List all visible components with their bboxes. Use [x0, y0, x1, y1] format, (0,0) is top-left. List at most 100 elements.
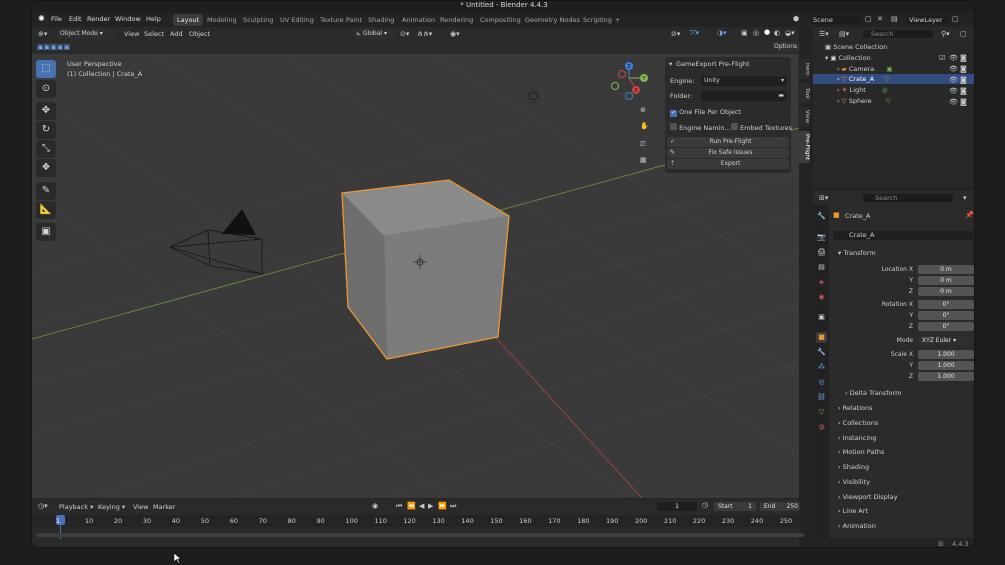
pan-hand-icon[interactable]: ✋ — [640, 122, 649, 130]
transform-orientation-dropdown[interactable]: ⊾ Global ▾ — [353, 29, 395, 39]
collection-tab-icon[interactable]: ▣ — [816, 312, 827, 323]
play-icon[interactable]: ▶ — [428, 502, 433, 510]
particles-tab-icon[interactable]: ⁂ — [816, 362, 827, 373]
rotation-x-field[interactable]: 0° — [918, 300, 974, 309]
zoom-icon[interactable]: ⊕ — [640, 106, 646, 114]
outliner-item-camera[interactable]: › ▰ Camera ▣ — [837, 65, 893, 73]
subpanel-delta-transform[interactable]: › Delta Transform — [845, 389, 901, 397]
embed-textures-checkbox[interactable]: Embed Textures — [731, 123, 792, 132]
delete-scene-icon[interactable]: ✕ — [877, 15, 883, 23]
scale-icon[interactable]: ⤡ — [36, 140, 56, 158]
pin-icon[interactable]: 📌 — [965, 211, 974, 219]
gizmo-icon[interactable]: ⤧▾ — [690, 29, 699, 38]
view-layer-selector[interactable]: ViewLayer — [907, 16, 949, 24]
scale-x-field[interactable]: 1.000 — [918, 350, 974, 359]
nav-gizmo[interactable]: Z Y X — [611, 62, 649, 100]
menu-window[interactable]: Window — [115, 15, 141, 23]
crate-eye-icon[interactable]: 👁 — [949, 76, 958, 84]
select-box-icon[interactable]: ⬚ — [36, 60, 56, 78]
proportional-edit-icon[interactable]: ◉▾ — [450, 30, 460, 38]
editor-type-icon[interactable]: ⊕▾ — [38, 30, 47, 38]
scene-collection-row[interactable]: ▣ Scene Collection — [825, 43, 887, 51]
scene-selector[interactable]: Scene — [811, 16, 861, 24]
menu-keying[interactable]: Keying ▾ — [98, 503, 125, 511]
collection-row[interactable]: ▾ ▣ Collection — [825, 54, 871, 62]
folder-field[interactable]: ▬ — [701, 91, 787, 101]
solid-shading-icon[interactable]: ● — [764, 28, 770, 36]
rendered-shading-icon[interactable]: ◒▾ — [785, 29, 795, 37]
end-frame-field[interactable]: End 250 — [760, 502, 800, 511]
tab-shading[interactable]: Shading — [364, 14, 398, 26]
tab-rendering[interactable]: Rendering — [436, 14, 477, 26]
collection-exclude-checkbox[interactable]: ☑ — [939, 54, 945, 62]
rotation-y-field[interactable]: 0° — [918, 311, 974, 320]
new-collection-icon[interactable]: ▢ — [960, 30, 967, 38]
modifier-tab-icon[interactable]: 🔧 — [816, 347, 827, 358]
transform-panel-header[interactable]: ▾ Transform — [838, 249, 876, 257]
start-frame-field[interactable]: Start 1 — [714, 502, 756, 511]
menu-playback[interactable]: Playback ▾ — [59, 503, 93, 511]
object-name-field[interactable]: Crate_A — [833, 231, 973, 240]
material-shading-icon[interactable]: ◐ — [774, 29, 780, 37]
tab-compositing[interactable]: Compositing — [476, 14, 525, 26]
material-tab-icon[interactable]: ◍ — [816, 422, 827, 433]
cursor-icon[interactable]: ⊙ — [36, 80, 56, 98]
sphere-render-icon[interactable]: ◙ — [960, 98, 967, 106]
tool-tab-icon[interactable]: 🔧 — [816, 211, 827, 222]
output-tab-icon[interactable]: 🖨 — [816, 247, 827, 258]
menu-file[interactable]: File — [51, 15, 62, 23]
play-reverse-icon[interactable]: ◀ — [419, 502, 424, 510]
tab-modeling[interactable]: Modeling — [203, 14, 241, 26]
measure-icon[interactable]: 📐 — [36, 201, 56, 219]
outliner-editor-icon[interactable]: ☰▾ — [819, 30, 829, 38]
wireframe-shading-icon[interactable]: ◎ — [753, 29, 759, 37]
camera-render-icon[interactable]: ◙ — [960, 65, 967, 73]
object-tab-icon[interactable]: ■ — [816, 332, 827, 343]
properties-options-icon[interactable]: ▾ — [963, 194, 967, 202]
tab-sculpting[interactable]: Sculpting — [239, 14, 277, 26]
light-eye-icon[interactable]: 👁 — [949, 87, 958, 95]
new-view-layer-icon[interactable]: ▢ — [952, 15, 959, 23]
side-tab-view[interactable]: View — [798, 107, 810, 127]
subpanel-motion-paths[interactable]: › Motion Paths — [838, 448, 884, 456]
rotation-z-field[interactable]: 0° — [918, 322, 974, 331]
tab-layout[interactable]: Layout — [173, 14, 204, 26]
rotate-icon[interactable]: ↻ — [36, 121, 56, 139]
xray-icon[interactable]: ▣ — [741, 29, 748, 37]
3d-viewport[interactable]: Z Y X User Perspective (1) Collection | … — [32, 54, 799, 498]
world-tab-icon[interactable]: ◉ — [816, 292, 827, 303]
render-tab-icon[interactable]: 📷 — [816, 232, 827, 243]
tab-animation[interactable]: Animation — [398, 14, 439, 26]
crate-cube[interactable] — [341, 179, 510, 360]
overlay-icon[interactable]: ◑▾ — [717, 29, 727, 37]
crate-render-icon[interactable]: ◙ — [960, 76, 967, 84]
panel-collapse-icon[interactable]: ▾ — [669, 60, 672, 68]
menu-render[interactable]: Render — [87, 15, 110, 23]
render-camera-icon[interactable]: ◙ — [960, 54, 967, 62]
light-object[interactable] — [525, 88, 541, 104]
add-workspace-button[interactable]: + — [611, 14, 624, 26]
visibility-icon[interactable]: ⊘▾ — [671, 30, 680, 38]
next-keyframe-icon[interactable]: ⏩ — [438, 502, 447, 510]
menu-edit[interactable]: Edit — [69, 15, 82, 23]
side-tab-item[interactable]: Item — [798, 59, 810, 79]
view-layer-tab-icon[interactable]: ▤ — [816, 262, 827, 273]
menu-add[interactable]: Add — [170, 30, 183, 38]
jump-start-icon[interactable]: ⏮ — [396, 502, 402, 511]
outliner-item-crate-a[interactable]: › ▽ Crate_A ▽ — [837, 75, 889, 83]
subpanel-line-art[interactable]: › Line Art — [838, 507, 868, 515]
jump-end-icon[interactable]: ⏭ — [450, 502, 456, 511]
menu-object[interactable]: Object — [189, 30, 210, 38]
tab-texture-paint[interactable]: Texture Paint — [316, 14, 366, 26]
move-icon[interactable]: ✥ — [36, 102, 56, 120]
options-dropdown[interactable]: Options — [771, 42, 801, 52]
pivot-icon[interactable]: ⊙▾ — [400, 30, 409, 38]
location-y-field[interactable]: 0 m — [918, 276, 974, 285]
new-scene-icon[interactable]: ▢ — [865, 15, 872, 23]
engine-dropdown[interactable]: Unity ▾ — [701, 76, 787, 86]
subpanel-animation[interactable]: › Animation — [838, 522, 876, 530]
timeline-scrollbar[interactable] — [36, 533, 804, 537]
scale-y-field[interactable]: 1.000 — [918, 361, 974, 370]
rotation-mode-dropdown[interactable]: XYZ Euler ▾ — [918, 336, 974, 345]
constraints-tab-icon[interactable]: ⛓ — [816, 392, 827, 403]
